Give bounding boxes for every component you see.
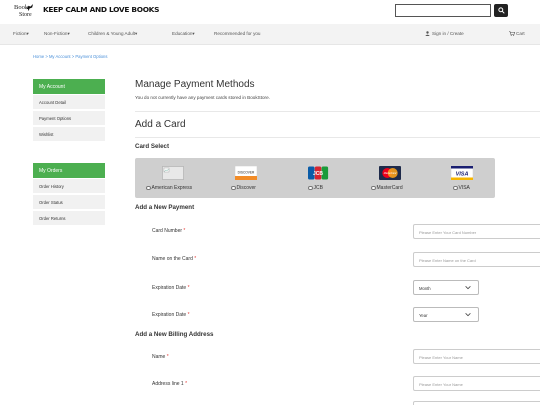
expiration-year-select[interactable]: Year <box>413 307 479 322</box>
required-mark: * <box>187 285 190 291</box>
search-input[interactable] <box>395 4 491 17</box>
billing-name-input[interactable]: Please Enter Your Name <box>413 349 540 364</box>
required-mark: * <box>194 256 197 262</box>
nav-children[interactable]: Children & Young Adult▾ <box>88 31 137 37</box>
next-field-input[interactable] <box>413 401 540 405</box>
sidebar-my-orders-header: My Orders <box>33 163 105 178</box>
sidebar-item-order-status[interactable]: Order Status <box>33 195 105 210</box>
mastercard-badge: MasterCard <box>384 172 397 175</box>
sidebar-item-payment-options[interactable]: Payment Options <box>33 111 105 126</box>
address-line-1-label: Address line 1 * <box>152 381 188 387</box>
visa-logo: VISA <box>450 165 474 181</box>
card-label-amex: American Express <box>151 185 193 191</box>
amex-broken-image-icon <box>162 166 184 180</box>
required-mark: * <box>185 381 188 387</box>
expiration-month-select[interactable]: Month <box>413 280 479 295</box>
bookstore-logo[interactable]: Book Store <box>14 3 38 21</box>
no-cards-note: You do not currently have any payment ca… <box>135 95 270 100</box>
radio-discover[interactable] <box>231 185 236 191</box>
mastercard-logo: MasterCard <box>379 166 401 180</box>
nav-education[interactable]: Education▾ <box>172 31 195 37</box>
header: Book Store KEEP CALM AND LOVE BOOKS <box>0 0 540 24</box>
search-icon <box>497 7 505 14</box>
nav-non-fiction[interactable]: Non-Fiction▾ <box>44 31 70 37</box>
required-mark: * <box>183 228 186 234</box>
radio-jcb[interactable] <box>308 185 313 191</box>
expiration-year-value: Year <box>419 313 428 318</box>
cart-icon <box>509 31 515 36</box>
sidebar-item-order-history[interactable]: Order History <box>33 179 105 194</box>
card-label-mastercard: MasterCard <box>376 185 403 191</box>
chevron-down-icon <box>465 286 471 290</box>
bird-logo-icon <box>25 4 34 12</box>
expiration-year-label: Expiration Date * <box>152 312 190 318</box>
card-select-title: Card Select <box>135 143 170 150</box>
jcb-logo: JCB <box>307 166 329 180</box>
divider <box>135 137 540 138</box>
card-option-amex[interactable]: American Express <box>146 185 192 191</box>
cart-label: Cart <box>516 31 525 36</box>
nav-recommended[interactable]: Recommended for you <box>214 31 260 36</box>
address-line-1-input[interactable]: Please Enter Your Name <box>413 376 540 391</box>
required-mark: * <box>187 312 190 318</box>
site-tagline: KEEP CALM AND LOVE BOOKS <box>43 5 160 14</box>
radio-visa[interactable] <box>453 185 458 191</box>
expiration-month-label: Expiration Date * <box>152 285 190 291</box>
signin-label: Sign in / Create <box>432 31 464 36</box>
visa-badge: VISA <box>456 171 469 177</box>
radio-mastercard[interactable] <box>371 185 376 191</box>
sidebar-my-account-header: My Account <box>33 79 105 94</box>
billing-name-label: Name * <box>152 354 169 360</box>
cart-link[interactable]: Cart <box>509 31 525 36</box>
page-title: Manage Payment Methods <box>135 79 255 90</box>
logo-text-bottom: Store <box>19 12 32 18</box>
signin-link[interactable]: Sign in / Create <box>425 31 464 36</box>
card-option-mastercard[interactable]: MasterCard <box>371 185 403 191</box>
sidebar-item-order-returns[interactable]: Order Returns <box>33 211 105 226</box>
card-option-jcb[interactable]: JCB <box>308 185 323 191</box>
search-button[interactable] <box>494 4 508 17</box>
discover-badge: DISCOVER <box>238 170 255 174</box>
card-label-discover: Discover <box>236 185 256 191</box>
discover-logo: DISCOVER <box>234 165 258 181</box>
sidebar-item-wishlist[interactable]: Wishlist <box>33 127 105 142</box>
jcb-badge: JCB <box>313 171 323 177</box>
card-label-jcb: JCB <box>313 185 323 191</box>
billing-address-title: Add a New Billing Address <box>135 331 214 338</box>
user-icon <box>425 31 430 36</box>
card-number-label: Card Number * <box>152 228 186 234</box>
card-select-panel: DISCOVER JCB MasterCard VISA American Ex… <box>135 158 495 198</box>
name-on-card-label: Name on the Card * <box>152 256 197 262</box>
main-nav: Fiction▾ Non-Fiction▾ Children & Young A… <box>0 24 540 45</box>
divider <box>135 111 540 112</box>
card-label-visa: VISA <box>458 185 470 191</box>
required-mark: * <box>166 354 169 360</box>
chevron-down-icon <box>465 313 471 317</box>
name-on-card-input[interactable]: Please Enter Name on the Card <box>413 252 540 267</box>
card-number-input[interactable]: Please Enter Your Card Number <box>413 224 540 239</box>
sidebar-item-account-detail[interactable]: Account Detail <box>33 95 105 110</box>
new-payment-title: Add a New Payment <box>135 204 195 211</box>
radio-amex[interactable] <box>146 185 151 191</box>
add-card-title: Add a Card <box>135 119 186 130</box>
expiration-month-value: Month <box>419 286 431 291</box>
card-option-visa[interactable]: VISA <box>453 185 470 191</box>
card-option-discover[interactable]: Discover <box>231 185 256 191</box>
nav-fiction[interactable]: Fiction▾ <box>13 31 29 37</box>
breadcrumb[interactable]: Home > My Account > Payment Options <box>33 54 107 59</box>
